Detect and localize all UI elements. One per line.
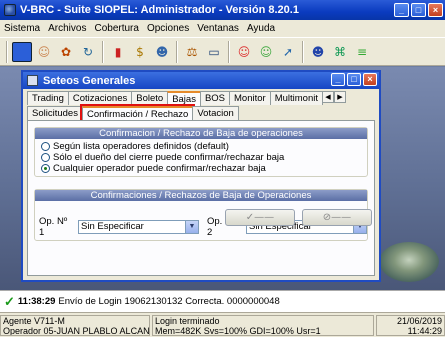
status-operator: Operador 05-JUAN PLABLO ALCANTA <box>3 326 150 336</box>
status-time: 11:44:29 <box>407 326 442 336</box>
close-button[interactable]: × <box>428 3 443 17</box>
tag-icon[interactable]: ✿ <box>56 42 76 62</box>
dialog-close-button[interactable]: × <box>363 73 377 86</box>
status-agent-panel: Agente V711-M Operador 05-JUAN PLABLO AL… <box>0 315 150 336</box>
radio-solo-dueno[interactable] <box>41 153 50 162</box>
option-solo-dueno[interactable]: Sólo el dueño del cierre puede confirmar… <box>41 152 367 163</box>
tab-bos[interactable]: BOS <box>199 91 231 105</box>
op1-select[interactable]: Sin Especificar ▼ <box>78 220 199 234</box>
option-lista-operadores[interactable]: Según lista operadores definidos (defaul… <box>41 141 367 152</box>
menu-ayuda[interactable]: Ayuda <box>243 23 279 34</box>
tabs-row-2: Solicitudes Confirmación / Rechazo Votac… <box>27 104 239 123</box>
check-icon: ✓ <box>4 293 15 309</box>
chart-icon[interactable]: ▮ <box>108 42 128 62</box>
money-icon[interactable]: $ <box>130 42 150 62</box>
tabs-row-1: Trading Cotizaciones Boleto Bajas BOS Mo… <box>27 91 346 106</box>
scale-icon[interactable]: ⚖ <box>182 42 202 62</box>
toolbar: ☺ ✿ ↻ ▮ $ ☻ ⚖ ▭ ☺ ☺ ➚ ☻ ⌘ ≡ <box>0 37 445 66</box>
message-text: Envío de Login 19062130132 Correcta. 000… <box>58 296 280 307</box>
option-cualquier-operador-label: Cualquier operador puede confirmar/recha… <box>53 163 266 174</box>
radio-lista-operadores[interactable] <box>41 142 50 151</box>
export-icon[interactable]: ➚ <box>278 42 298 62</box>
tab-solicitudes[interactable]: Solicitudes <box>27 106 83 120</box>
chevron-down-icon[interactable]: ▼ <box>185 221 198 233</box>
tab-monitor[interactable]: Monitor <box>229 91 271 105</box>
op1-value: Sin Especificar <box>81 221 144 232</box>
toolbar-separator <box>176 40 178 63</box>
group-icon[interactable]: ☺ <box>234 42 254 62</box>
tab-bajas[interactable]: Bajas <box>167 91 201 106</box>
minimize-button[interactable]: _ <box>394 3 409 17</box>
users-blue-icon[interactable]: ☻ <box>308 42 328 62</box>
status-login-panel: Login terminado Mem=482K Svs=100% GDI=10… <box>152 315 374 336</box>
group-color-icon[interactable]: ☺ <box>256 42 276 62</box>
app-icon[interactable] <box>12 41 32 62</box>
option-solo-dueno-label: Sólo el dueño del cierre puede confirmar… <box>53 152 285 163</box>
radio-cualquier-operador[interactable] <box>41 164 50 173</box>
status-metrics: Mem=482K Svs=100% GDI=100% Usr=1 <box>155 326 321 336</box>
user-icon[interactable]: ☻ <box>152 42 172 62</box>
status-login: Login terminado <box>155 316 220 326</box>
ok-button[interactable]: ✓—— <box>225 209 295 226</box>
status-datetime-panel: 21/06/2019 11:44:29 <box>376 315 445 336</box>
menu-bar: Sistema Archivos Cobertura Opciones Vent… <box>0 20 445 37</box>
tab-scroll: ◀ ▶ <box>322 91 346 105</box>
window-titlebar: V-BRC - Suite SIOPEL: Administrador - Ve… <box>0 0 445 20</box>
app-icon <box>4 4 16 16</box>
tab-confirmacion-rechazo[interactable]: Confirmación / Rechazo <box>79 104 196 123</box>
people-icon[interactable]: ☺ <box>34 42 54 62</box>
option-cualquier-operador[interactable]: Cualquier operador puede confirmar/recha… <box>41 163 367 174</box>
menu-opciones[interactable]: Opciones <box>143 23 193 34</box>
confirmation-group-title: Confirmacion / Rechazo de Baja de operac… <box>35 128 367 139</box>
tab-trading[interactable]: Trading <box>27 91 69 105</box>
menu-ventanas[interactable]: Ventanas <box>193 23 243 34</box>
settings-dialog: Seteos Generales _ □ × Trading Cotizacio… <box>21 70 381 282</box>
cancel-icon: ⊘—— <box>322 212 352 223</box>
op1-label: Op. Nº 1 <box>39 216 68 238</box>
tab-votacion[interactable]: Votacion <box>192 106 239 120</box>
dialog-maximize-button[interactable]: □ <box>347 73 361 86</box>
confirmation-group: Confirmacion / Rechazo de Baja de operac… <box>34 127 368 177</box>
tab-panel: Confirmacion / Rechazo de Baja de operac… <box>27 120 375 276</box>
tab-cotizaciones[interactable]: Cotizaciones <box>67 91 133 105</box>
option-lista-operadores-label: Según lista operadores definidos (defaul… <box>53 141 229 152</box>
tab-scroll-left-icon[interactable]: ◀ <box>322 91 334 103</box>
network-icon[interactable]: ⌘ <box>330 42 350 62</box>
refresh-icon[interactable]: ↻ <box>78 42 98 62</box>
menu-archivos[interactable]: Archivos <box>44 23 90 34</box>
dialog-title: Seteos Generales <box>43 74 136 87</box>
cancel-button[interactable]: ⊘—— <box>302 209 372 226</box>
message-bar: ✓ 11:38:29 Envío de Login 19062130132 Co… <box>0 290 445 312</box>
status-bar: Agente V711-M Operador 05-JUAN PLABLO AL… <box>0 312 445 337</box>
grid-icon[interactable]: ≡ <box>352 42 372 62</box>
maximize-button[interactable]: □ <box>411 3 426 17</box>
dialog-icon <box>27 75 38 86</box>
menu-cobertura[interactable]: Cobertura <box>90 23 142 34</box>
operators-group-title: Confirmaciones / Rechazos de Baja de Ope… <box>35 190 367 201</box>
toolbar-separator <box>228 40 230 63</box>
menu-sistema[interactable]: Sistema <box>0 23 44 34</box>
check-icon: ✓—— <box>245 212 275 223</box>
globe-logo-icon <box>379 242 439 282</box>
dialog-titlebar: Seteos Generales _ □ × <box>23 72 379 89</box>
status-agent: Agente V711-M <box>3 316 65 326</box>
window-title: V-BRC - Suite SIOPEL: Administrador - Ve… <box>20 4 299 16</box>
toolbar-separator <box>302 40 304 63</box>
status-date: 21/06/2019 <box>396 316 442 326</box>
message-time: 11:38:29 <box>17 296 56 307</box>
dialog-minimize-button[interactable]: _ <box>331 73 345 86</box>
screen-icon[interactable]: ▭ <box>204 42 224 62</box>
toolbar-separator <box>102 40 104 63</box>
toolbar-separator <box>6 40 8 63</box>
tab-scroll-right-icon[interactable]: ▶ <box>334 91 346 103</box>
tab-boleto[interactable]: Boleto <box>131 91 169 105</box>
tab-multimonit[interactable]: Multimonit <box>269 91 323 105</box>
